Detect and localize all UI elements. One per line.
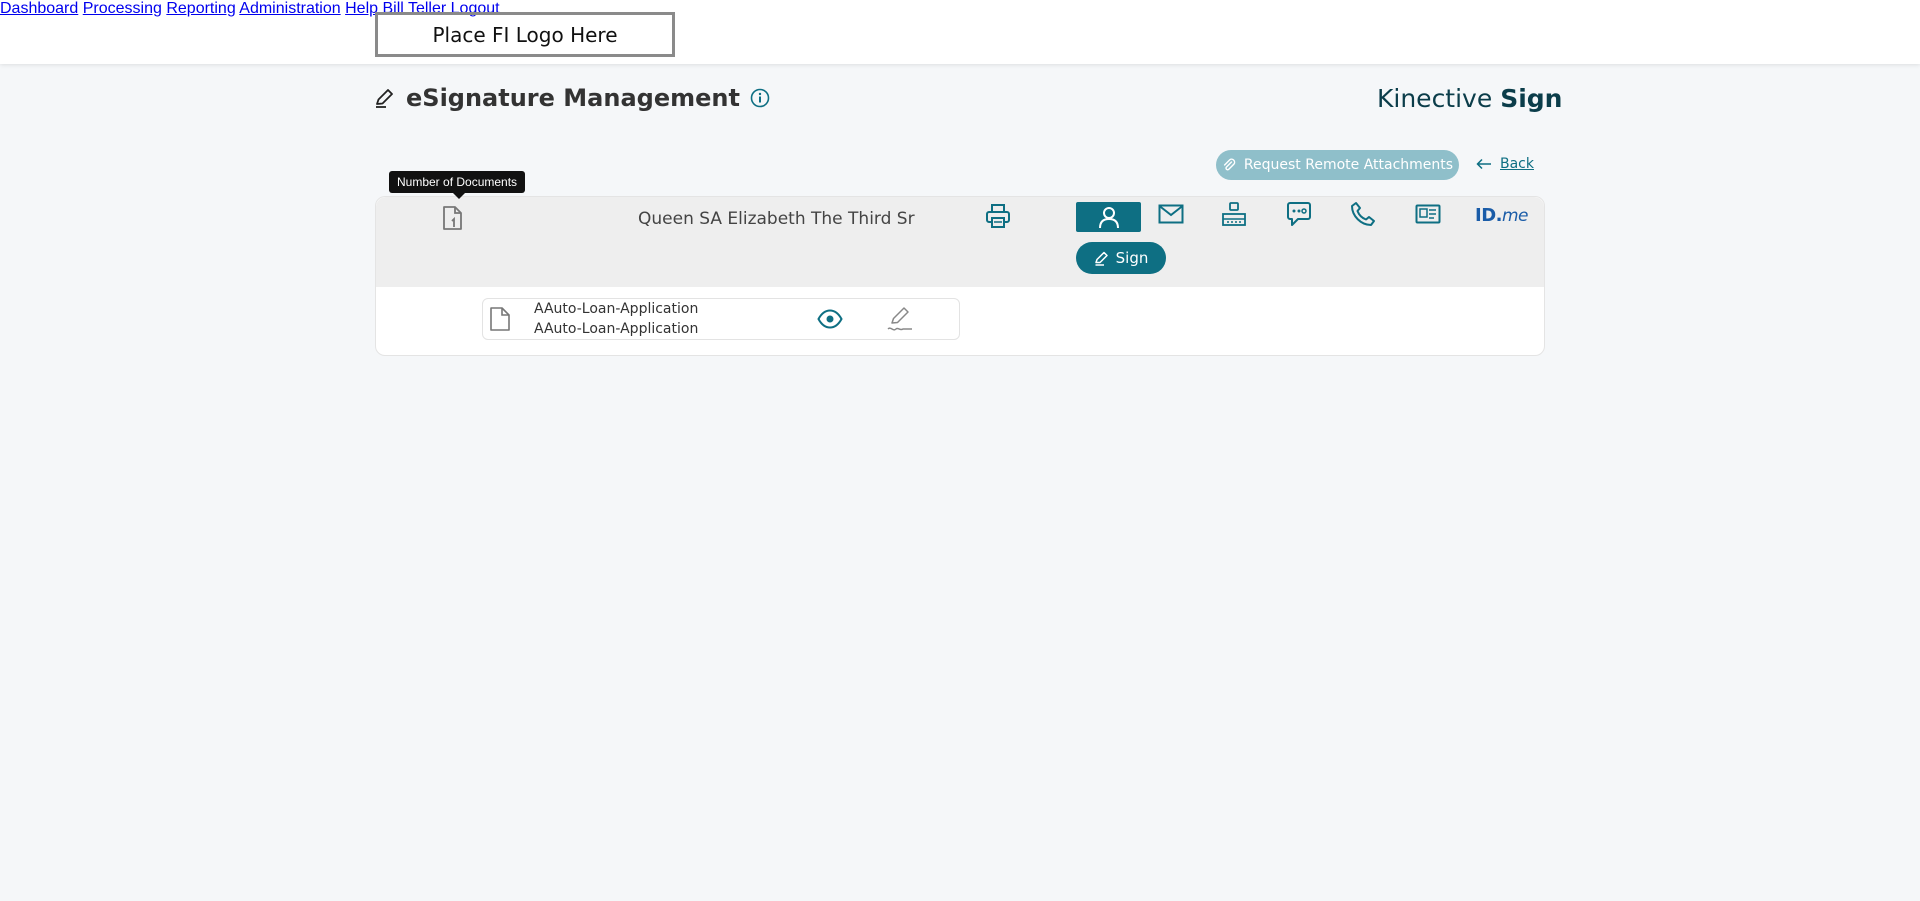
eye-icon[interactable] xyxy=(817,309,843,334)
number-of-documents-tooltip: Number of Documents xyxy=(389,171,526,199)
request-remote-attachments-label: Request Remote Attachments xyxy=(1243,157,1454,173)
brand-light-text: Kinective xyxy=(1377,84,1501,113)
paperclip-icon xyxy=(1222,158,1236,172)
document-subtitle: AAuto-Loan-Application xyxy=(534,321,699,337)
brand-logo: Kinective Sign xyxy=(1377,84,1562,113)
brand-bold-text: Sign xyxy=(1500,84,1563,113)
top-navigation-bar: Place FI Logo Here Dashboard Processing … xyxy=(0,0,1920,64)
document-title: AAuto-Loan-Application xyxy=(534,301,699,317)
idme-verification-button[interactable]: ID.me xyxy=(1475,205,1529,226)
nav-dashboard[interactable]: Dashboard xyxy=(0,0,78,17)
signature-icon[interactable] xyxy=(886,305,914,338)
page-title: eSignature Management xyxy=(406,84,740,112)
idme-logo-italic: me xyxy=(1501,206,1529,226)
router-icon[interactable] xyxy=(1221,200,1247,233)
id-card-icon[interactable] xyxy=(1415,204,1441,229)
in-person-method-tab[interactable] xyxy=(1076,202,1141,232)
person-icon xyxy=(1097,205,1121,229)
back-label: Back xyxy=(1500,156,1534,172)
info-icon[interactable] xyxy=(750,88,770,108)
nav-processing[interactable]: Processing xyxy=(83,0,162,17)
nav-reporting[interactable]: Reporting xyxy=(166,0,235,17)
document-icon xyxy=(489,306,511,337)
nav-administration[interactable]: Administration xyxy=(239,0,340,17)
edit-pen-icon xyxy=(374,87,396,109)
printer-icon[interactable] xyxy=(985,203,1011,234)
pen-icon xyxy=(1094,250,1110,266)
page-header: eSignature Management xyxy=(374,82,770,114)
idme-logo-bold: ID. xyxy=(1475,205,1502,226)
phone-icon[interactable] xyxy=(1350,201,1376,232)
sign-button[interactable]: Sign xyxy=(1076,242,1166,274)
nav-help[interactable]: Help xyxy=(345,0,378,17)
fi-logo-placeholder[interactable]: Place FI Logo Here xyxy=(375,12,675,57)
envelope-icon[interactable] xyxy=(1158,204,1184,229)
request-remote-attachments-button[interactable]: Request Remote Attachments xyxy=(1216,150,1459,180)
arrow-left-icon xyxy=(1476,158,1492,170)
back-link[interactable]: Back xyxy=(1476,156,1534,172)
sign-button-label: Sign xyxy=(1115,249,1149,267)
chat-key-icon[interactable] xyxy=(1286,201,1312,232)
signer-name: Queen SA Elizabeth The Third Sr xyxy=(638,209,915,229)
document-count-icon[interactable] xyxy=(441,205,465,236)
